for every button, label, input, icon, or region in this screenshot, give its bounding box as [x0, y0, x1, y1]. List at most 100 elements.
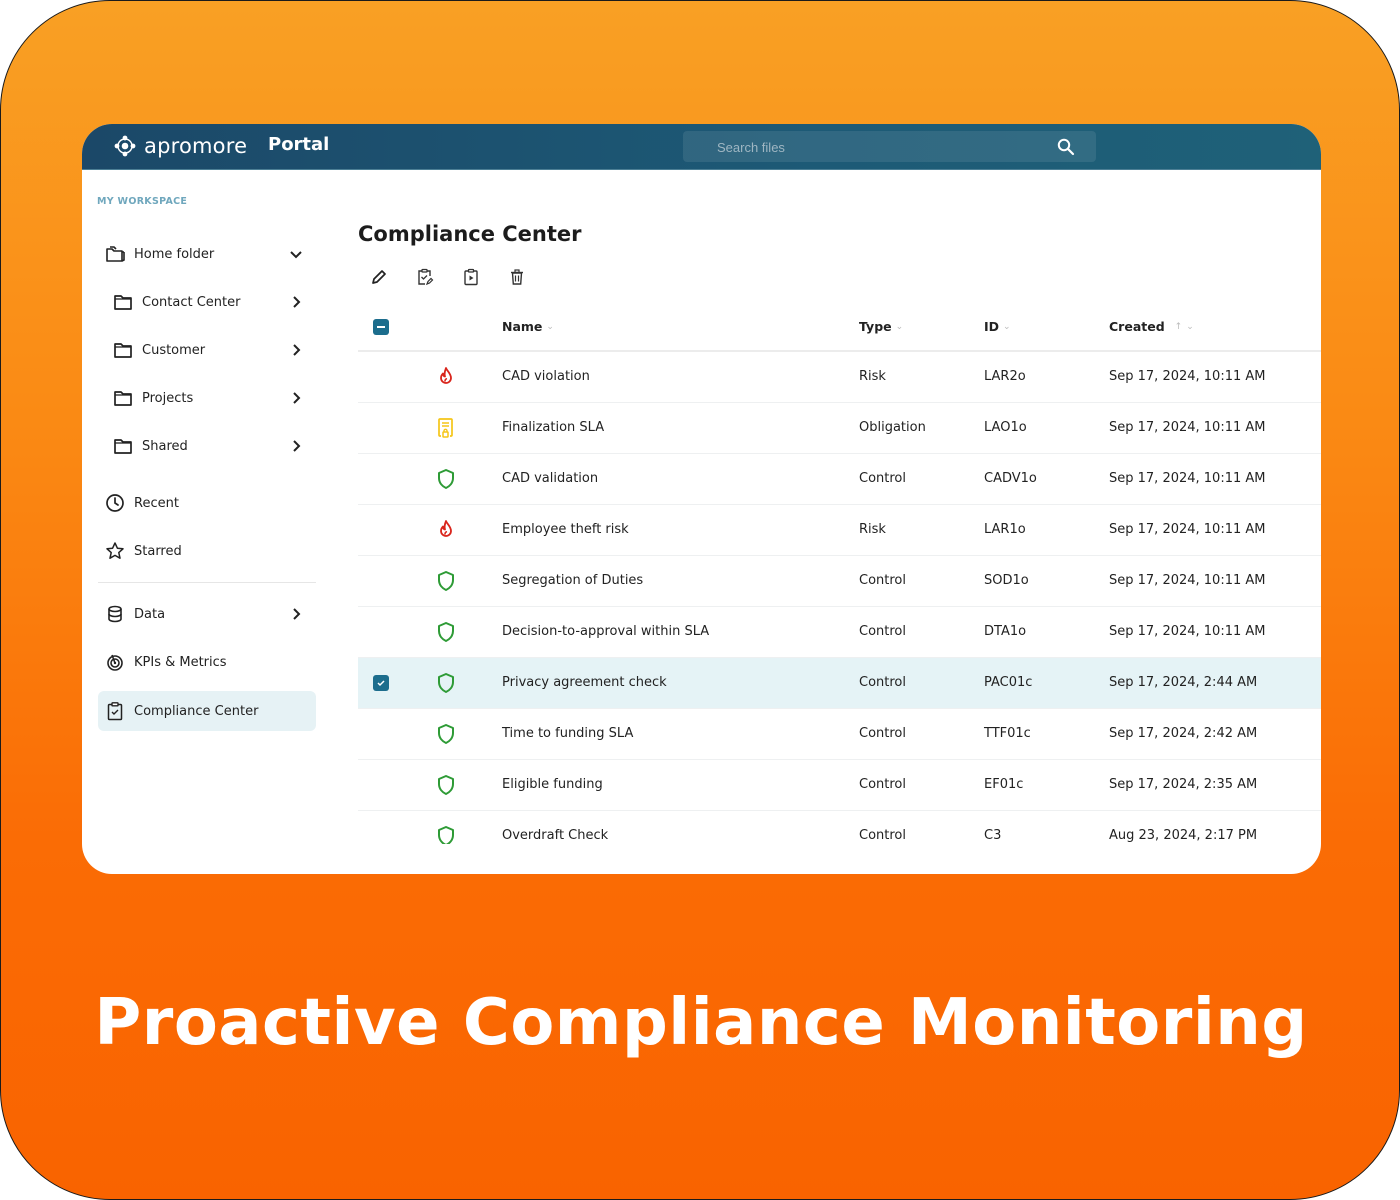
sidebar-item-shared[interactable]: Shared [98, 426, 316, 466]
trash-icon [511, 269, 523, 285]
toolbar [368, 265, 552, 289]
run-button[interactable] [460, 265, 506, 289]
sidebar-item-label: Contact Center [142, 294, 241, 310]
sidebar-item-label: Starred [134, 543, 182, 559]
cell-created: Sep 17, 2024, 10:11 AM [1109, 573, 1266, 588]
chevron-right-icon[interactable] [288, 342, 304, 358]
cell-id: LAR2o [984, 369, 1026, 384]
sidebar-item-kpis-metrics[interactable]: KPIs & Metrics [98, 642, 316, 682]
sidebar-item-projects[interactable]: Projects [98, 378, 316, 418]
clipboard-play-icon [464, 268, 478, 286]
folder-icon [112, 435, 134, 457]
search-icon[interactable] [1056, 137, 1076, 157]
cell-created: Sep 17, 2024, 10:11 AM [1109, 420, 1266, 435]
column-header-type[interactable]: Type ⌄ [859, 319, 903, 334]
sidebar-item-starred[interactable]: Starred [98, 531, 316, 571]
sidebar-item-data[interactable]: Data [98, 594, 316, 634]
sidebar-divider [98, 582, 316, 583]
chevron-right-icon[interactable] [288, 606, 304, 622]
folder-icon [112, 291, 134, 313]
chevron-right-icon[interactable] [288, 294, 304, 310]
cell-created: Sep 17, 2024, 10:11 AM [1109, 471, 1266, 486]
table-row[interactable]: Employee theft risk Risk LAR1o Sep 17, 2024… [358, 505, 1321, 556]
column-label: Type [859, 319, 892, 334]
cell-id: LAR1o [984, 522, 1026, 537]
sidebar-item-label: Shared [142, 438, 188, 454]
column-header-created[interactable]: Created ↑ ⌄ [1109, 319, 1194, 334]
cell-created: Sep 17, 2024, 10:11 AM [1109, 522, 1266, 537]
risk-type-icon [434, 518, 458, 542]
star-icon [104, 540, 126, 562]
delete-button[interactable] [506, 265, 552, 289]
cell-type: Control [859, 573, 906, 588]
select-all-checkbox[interactable] [373, 319, 389, 335]
control-type-icon [434, 722, 458, 746]
workspace-label: MY WORKSPACE [97, 196, 188, 207]
cell-type: Control [859, 828, 906, 843]
cell-id: DTA1o [984, 624, 1027, 639]
table-row[interactable]: CAD violation Risk LAR2o Sep 17, 2024, 10:1… [358, 352, 1321, 403]
cell-id: TTF01c [984, 726, 1031, 741]
edit-button[interactable] [368, 265, 414, 289]
table-row[interactable]: Segregation of Duties Control SOD1o Sep 17,… [358, 556, 1321, 607]
cell-type: Control [859, 777, 906, 792]
cell-created: Sep 17, 2024, 10:11 AM [1109, 369, 1266, 384]
sidebar-item-compliance-center[interactable]: Compliance Center [98, 691, 316, 731]
sidebar-item-label: KPIs & Metrics [134, 654, 227, 670]
clock-icon [104, 492, 126, 514]
control-type-icon [434, 620, 458, 644]
clipboard-edit-icon [418, 268, 434, 286]
table-row[interactable]: Finalization SLA Obligation LAO1o Sep 17, 2… [358, 403, 1321, 454]
sidebar-item-recent[interactable]: Recent [98, 483, 316, 523]
control-type-icon [434, 824, 458, 844]
cell-id: C3 [984, 828, 1002, 843]
column-label: Name [502, 319, 543, 334]
table-row[interactable]: Time to funding SLA Control TTF01c Sep 17, … [358, 709, 1321, 760]
search-input[interactable] [717, 137, 1017, 157]
sidebar-item-contact-center[interactable]: Contact Center [98, 282, 316, 322]
check-icon [377, 680, 385, 687]
cell-created: Sep 17, 2024, 2:44 AM [1109, 675, 1258, 690]
chevron-right-icon[interactable] [288, 438, 304, 454]
cell-type: Control [859, 726, 906, 741]
clipboard-check-icon [104, 700, 126, 722]
product-name: Portal [268, 134, 330, 155]
chevron-down-icon[interactable] [288, 246, 304, 262]
control-type-icon [434, 467, 458, 491]
risk-type-icon [434, 365, 458, 389]
row-checkbox[interactable] [373, 675, 389, 691]
table-body: CAD violation Risk LAR2o Sep 17, 2024, 10:1… [358, 352, 1321, 844]
folder-icon [112, 387, 134, 409]
cell-created: Sep 17, 2024, 10:11 AM [1109, 624, 1266, 639]
promo-headline: Proactive Compliance Monitoring [94, 986, 1308, 1060]
sidebar-item-label: Compliance Center [134, 703, 259, 719]
sort-chevron-icon: ⌄ [1003, 321, 1011, 332]
cell-name: CAD violation [502, 369, 590, 384]
table-row[interactable]: CAD validation Control CADV1o Sep 17, 2024,… [358, 454, 1321, 505]
sidebar-item-label: Recent [134, 495, 179, 511]
chevron-right-icon[interactable] [288, 390, 304, 406]
brand-logo[interactable]: apromore [112, 133, 247, 159]
cell-name: Overdraft Check [502, 828, 609, 843]
table-row[interactable]: Privacy agreement check Control PAC01c Sep … [358, 658, 1321, 709]
cell-id: SOD1o [984, 573, 1029, 588]
sidebar-item-label: Data [134, 606, 166, 622]
table-row[interactable]: Eligible funding Control EF01c Sep 17, 2024… [358, 760, 1321, 811]
sidebar-item-customer[interactable]: Customer [98, 330, 316, 370]
table-row[interactable]: Decision-to-approval within SLA Control DT… [358, 607, 1321, 658]
table-row[interactable]: Overdraft Check Control C3 Aug 23, 2024, 2:… [358, 811, 1321, 844]
column-header-name[interactable]: Name ⌄ [502, 319, 554, 334]
pencil-icon [372, 270, 386, 284]
cell-id: EF01c [984, 777, 1024, 792]
cell-name: Eligible funding [502, 777, 603, 792]
sidebar-item-label: Projects [142, 390, 194, 406]
sort-chevron-icon: ⌄ [546, 321, 554, 332]
app-window: apromore Portal MY WORKSPACE Home folder [82, 124, 1321, 874]
validate-button[interactable] [414, 265, 460, 289]
cell-id: PAC01c [984, 675, 1033, 690]
sidebar-item-home-folder[interactable]: Home folder [98, 234, 316, 274]
brand-name: apromore [144, 134, 248, 158]
column-header-id[interactable]: ID ⌄ [984, 319, 1011, 334]
cell-name: Decision-to-approval within SLA [502, 624, 710, 639]
cell-created: Aug 23, 2024, 2:17 PM [1109, 828, 1258, 843]
